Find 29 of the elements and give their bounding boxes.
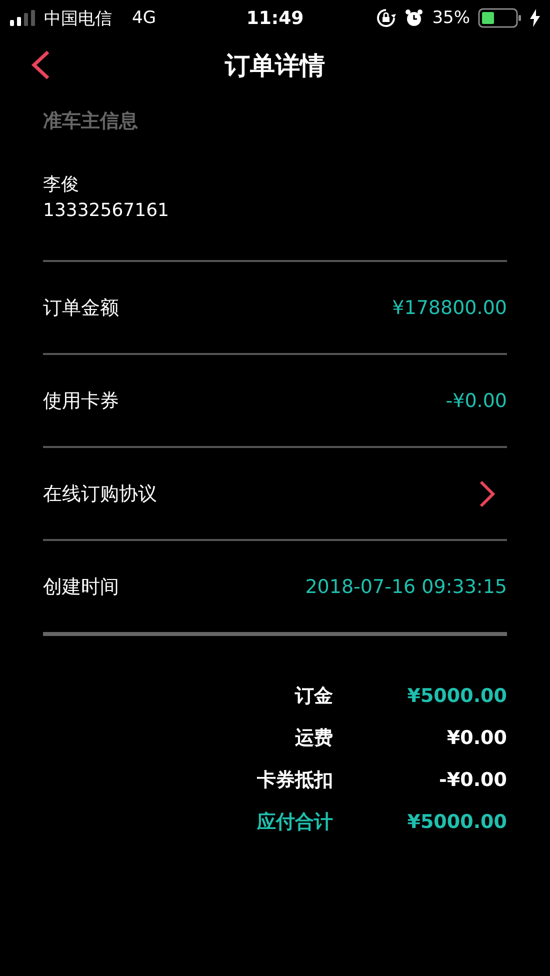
summary-value: ¥0.00: [446, 726, 507, 748]
owner-name: 李俊: [43, 173, 80, 197]
summary-value: ¥5000.00: [406, 684, 507, 706]
page-title: 订单详情: [225, 50, 325, 82]
summary-label: 订金: [294, 684, 333, 708]
summary-label: 运费: [294, 726, 333, 750]
charging-bolt-icon: [530, 9, 540, 27]
summary-label: 卡券抵扣: [256, 768, 333, 792]
row-label: 创建时间: [43, 574, 119, 600]
summary-value: ¥5000.00: [406, 810, 507, 832]
clock-time: 11:49: [246, 8, 304, 28]
rotation-lock-icon: [376, 8, 396, 28]
carrier-name: 中国电信: [44, 8, 112, 30]
alarm-clock-icon: [404, 8, 424, 28]
signal-icon: [10, 10, 38, 26]
row-label: 订单金额: [43, 296, 119, 320]
summary-label: 应付合计: [256, 810, 333, 834]
summary-value: -¥0.00: [438, 768, 507, 790]
row-value: ¥178800.00: [392, 296, 507, 318]
network-type: 4G: [132, 8, 156, 28]
row-value: 2018-07-16 09:33:15: [305, 576, 507, 598]
agreement-link[interactable]: 在线订购协议: [43, 480, 157, 506]
battery-percent: 35%: [432, 8, 470, 28]
section-heading: 准车主信息: [43, 109, 139, 134]
battery-icon: [478, 8, 522, 28]
chevron-right-icon[interactable]: [479, 480, 495, 508]
row-label: 使用卡券: [43, 388, 119, 414]
owner-phone: 13332567161: [43, 199, 170, 223]
row-value: -¥0.00: [446, 390, 507, 412]
